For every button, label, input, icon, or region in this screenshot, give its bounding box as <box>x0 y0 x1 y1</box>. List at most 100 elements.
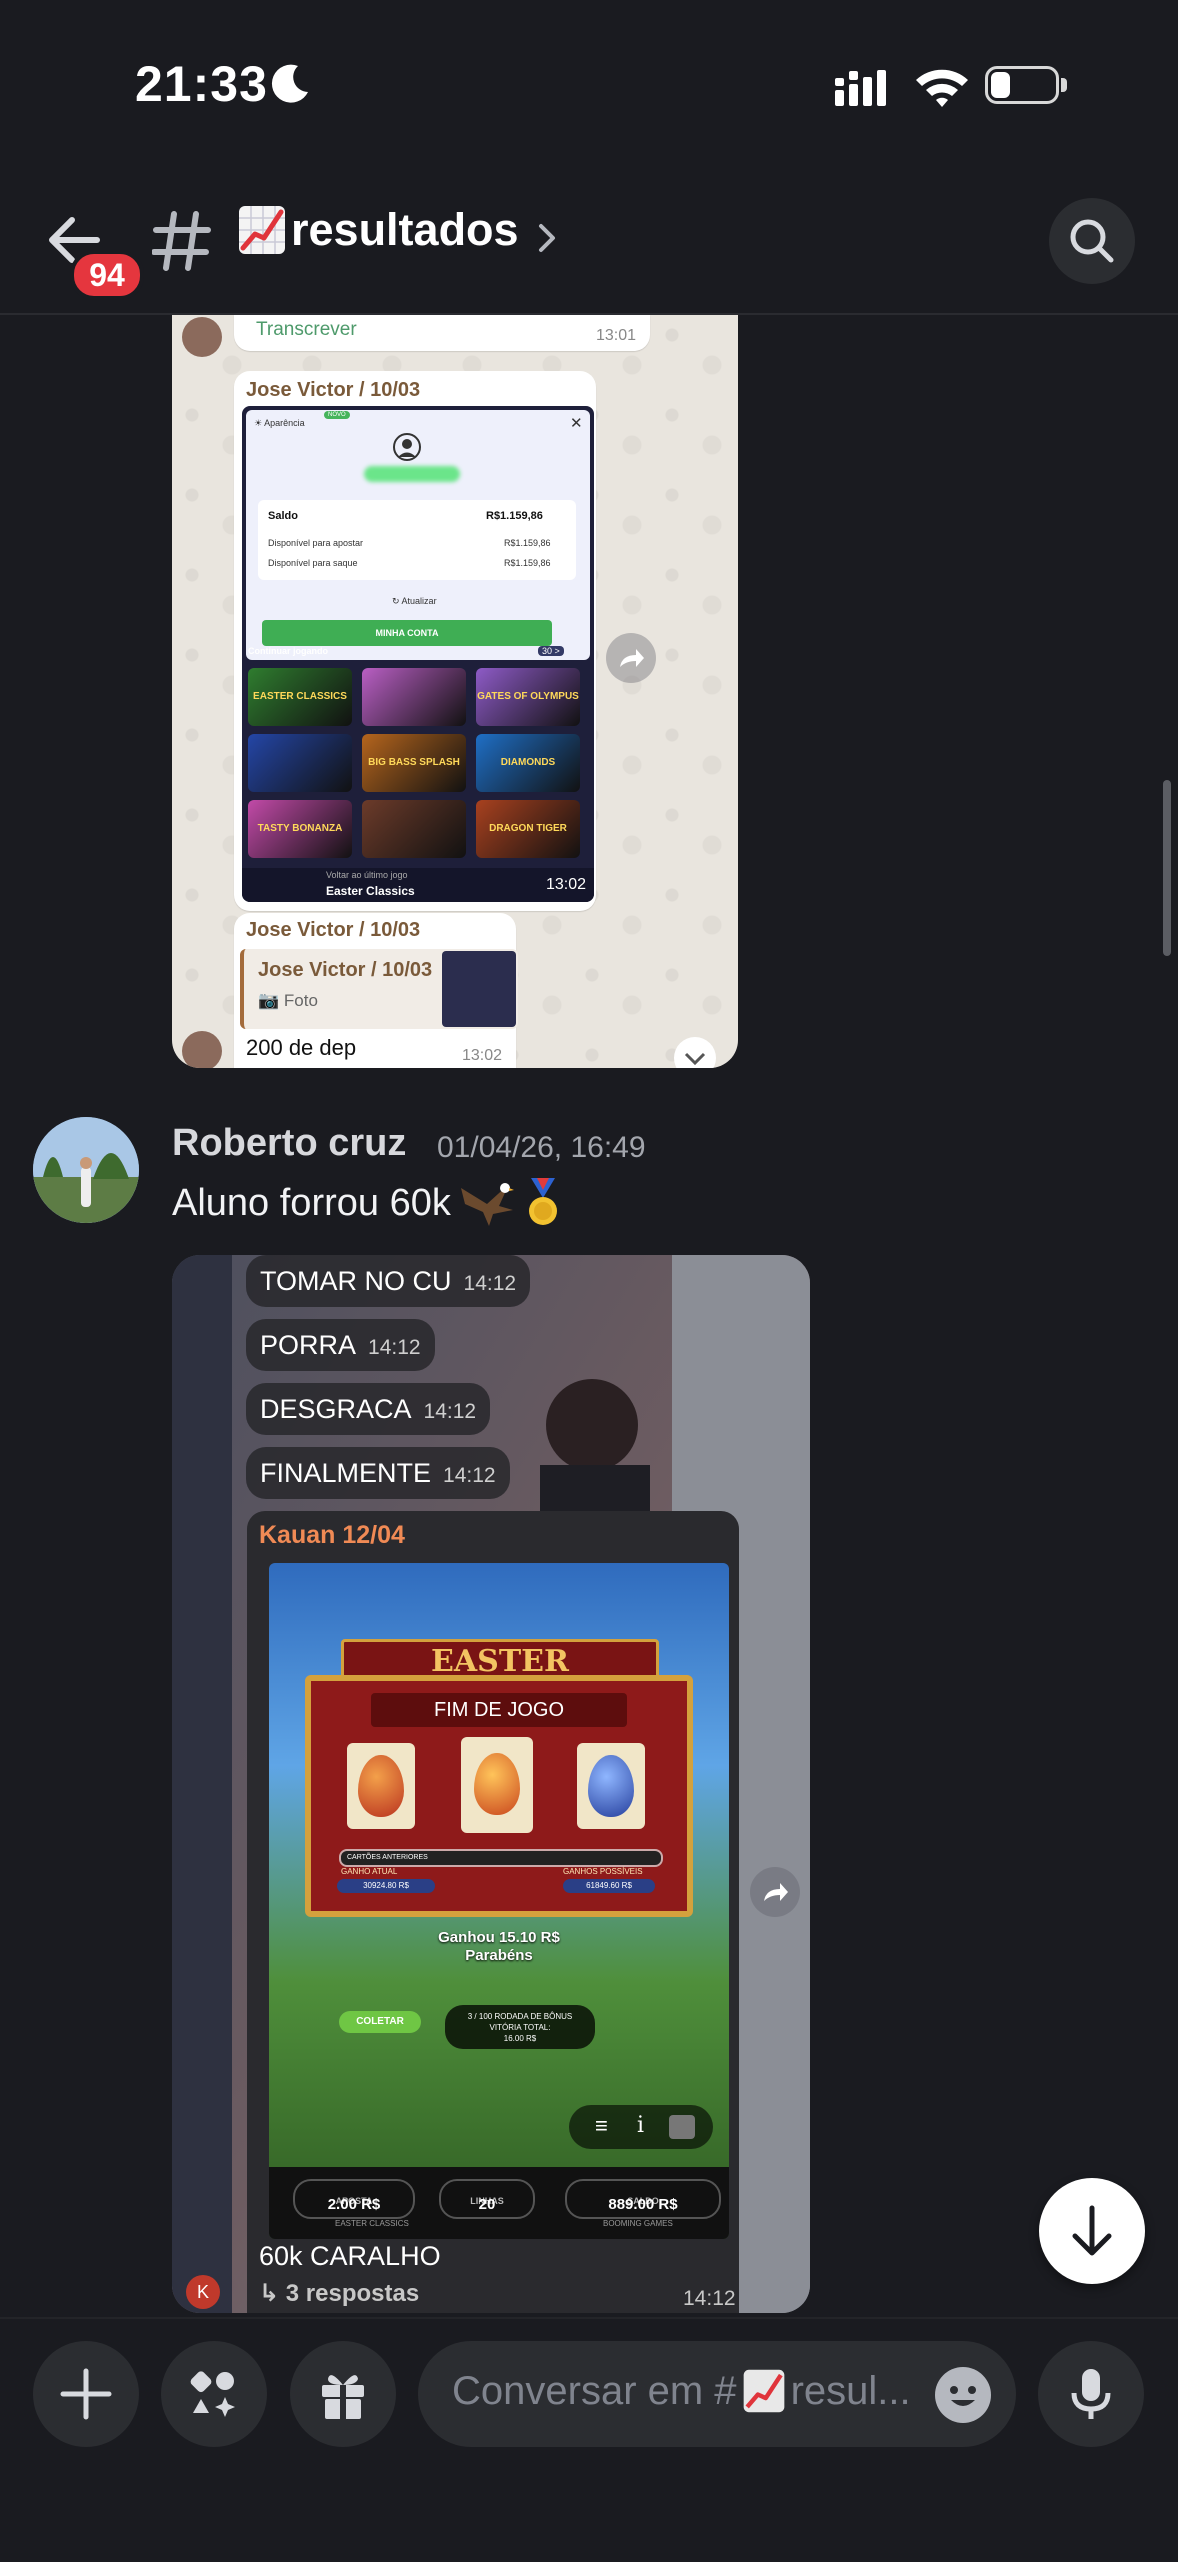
current-win-label: GANHO ATUAL <box>341 1867 398 1876</box>
avatar[interactable] <box>33 1117 139 1223</box>
attach-button[interactable] <box>33 2341 139 2447</box>
balance-card: Saldo R$1.159,86 Disponível para apostar… <box>258 500 576 580</box>
forward-button[interactable] <box>606 633 656 683</box>
lines-box[interactable]: LINHAS 20 <box>439 2179 535 2219</box>
bet-box[interactable]: APOSTA 2.00 R$ <box>293 2179 415 2219</box>
collect-button[interactable]: COLETAR <box>339 2011 421 2033</box>
last-game-bar[interactable]: Voltar ao último jogo Easter Classics 13… <box>242 868 594 902</box>
withdraw-label: Disponível para saque <box>268 558 358 568</box>
balance-value: 889.00 R$ <box>608 2196 678 2213</box>
channel-name: resultados <box>291 204 519 255</box>
message-author[interactable]: Roberto cruz <box>172 1122 406 1165</box>
possible-win-value: 61849.60 R$ <box>563 1879 655 1893</box>
apps-icon <box>190 2371 235 2417</box>
game-tile <box>248 734 352 792</box>
status-time: 21:33 <box>135 56 268 112</box>
search-icon <box>1070 219 1114 263</box>
quoted-thumbnail <box>442 951 516 1027</box>
placeholder-suffix: resul... <box>790 2368 911 2413</box>
forward-button[interactable] <box>750 1867 800 1917</box>
chat-bubble-text: FINALMENTE <box>260 1458 432 1488</box>
scrollbar-thumb[interactable] <box>1163 780 1171 956</box>
channel-title[interactable]: resultados <box>237 204 519 256</box>
jump-to-bottom-button[interactable] <box>1039 2178 1145 2284</box>
wa-bubble-transcribe: Transcrever 13:01 <box>234 315 650 351</box>
apps-button[interactable] <box>161 2341 267 2447</box>
message-text-body: Aluno forrou 60k <box>172 1181 451 1224</box>
possible-win-label: GANHOS POSSÍVEIS <box>563 1867 643 1876</box>
chat-bubble-text: PORRA <box>260 1330 357 1360</box>
image-attachment-1[interactable]: Transcrever 13:01 Jose Victor / 10/03 ☀ … <box>172 315 738 1068</box>
lines-value: 20 <box>478 2196 496 2213</box>
wa-author: Jose Victor / 10/03 <box>246 379 421 401</box>
battery-icon <box>985 66 1071 108</box>
bonus-text: 3 / 100 RODADA DE BÔNUS <box>467 2012 573 2021</box>
emoji-button[interactable] <box>932 2364 994 2426</box>
chat-bubble: FINALMENTE 14:12 <box>246 1447 510 1499</box>
search-button[interactable] <box>1049 198 1135 284</box>
coins-icon[interactable] <box>669 2115 695 2139</box>
transcribe-link: Transcrever <box>256 319 357 340</box>
unread-badge: 94 <box>70 250 144 300</box>
footer-left: EASTER CLASSICS <box>335 2219 409 2228</box>
congrats: Parabéns <box>465 1947 533 1964</box>
wa-author: Jose Victor / 10/03 <box>246 919 421 941</box>
chat-bubble: DESGRACA 14:12 <box>246 1383 491 1435</box>
wa-time: 13:02 <box>545 876 586 893</box>
current-win-value: 30924.80 R$ <box>337 1879 435 1893</box>
wifi-icon <box>916 69 968 107</box>
cellular-signal-icon <box>835 70 886 106</box>
last-game-name: Easter Classics <box>326 884 415 898</box>
game-tools[interactable]: ≡ i <box>569 2105 713 2149</box>
message-timestamp: 01/04/26, 16:49 <box>437 1131 646 1164</box>
phone-screenshot: ☀ Aparência NOVO ✕ Saldo R$1.159,86 Disp… <box>242 406 594 902</box>
saldo-value: R$1.159,86 <box>486 510 543 522</box>
close-icon[interactable]: ✕ <box>570 414 583 432</box>
bet-value: R$1.159,86 <box>504 538 551 548</box>
medal-emoji <box>528 1178 557 1225</box>
chat-bubble-time: 14:12 <box>443 1464 496 1487</box>
plus-icon <box>60 2368 112 2420</box>
balance-box: SALDO 889.00 R$ <box>565 2179 721 2219</box>
bonus-text: VITÓRIA TOTAL: <box>489 2023 551 2032</box>
image-attachment-2[interactable]: TOMAR NO CU 14:12 PORRA 14:12 DESGRACA 14:12 F… <box>172 1255 810 2313</box>
game-tile: GATES OF OLYMPUS <box>476 668 580 726</box>
chart-increasing-emoji <box>743 2369 784 2413</box>
end-label: FIM DE JOGO <box>371 1693 627 1727</box>
account-panel: ☀ Aparência NOVO ✕ Saldo R$1.159,86 Disp… <box>246 410 590 660</box>
voice-button[interactable] <box>1038 2341 1144 2447</box>
avatar <box>182 317 222 357</box>
eagle-emoji <box>460 1183 514 1226</box>
last-game-label: Voltar ao último jogo <box>326 870 408 880</box>
gift-button[interactable] <box>290 2341 396 2447</box>
wa-bubble-reply: Jose Victor / 10/03 Jose Victor / 10/03 … <box>234 913 518 1068</box>
account-button[interactable]: MINHA CONTA <box>262 620 552 646</box>
microphone-icon <box>1071 2369 1111 2419</box>
game-tile: DIAMONDS <box>476 734 580 792</box>
arrow-down-icon <box>1072 2205 1112 2256</box>
info-icon[interactable]: i <box>637 2113 644 2138</box>
gift-icon <box>322 2375 364 2419</box>
chevron-right-icon[interactable] <box>535 220 559 256</box>
chat-bubble-time: 14:12 <box>463 1272 517 1295</box>
game-tile: TASTY BONANZA <box>248 800 352 858</box>
user-icon <box>393 433 421 461</box>
replies-link[interactable]: ↳ 3 respostas <box>259 2279 419 2308</box>
bonus-text: 16.00 R$ <box>503 2034 537 2043</box>
scroll-down-button[interactable] <box>674 1037 716 1068</box>
game-tile <box>362 800 466 858</box>
continue-label: Continuar jogando <box>248 646 328 656</box>
quoted-type: 📷 Foto <box>258 991 318 1010</box>
saldo-label: Saldo <box>268 510 298 522</box>
chat-bubble: TOMAR NO CU 14:12 <box>246 1255 531 1307</box>
placeholder-prefix: Conversar em # <box>452 2368 737 2413</box>
redacted-name <box>364 466 460 482</box>
menu-icon[interactable]: ≡ <box>595 2113 608 2139</box>
avatar <box>182 1031 222 1068</box>
chat-bubble: PORRA 14:12 <box>246 1319 435 1371</box>
wa-text: 200 de dep <box>246 1035 357 1060</box>
card-author: Kauan 12/04 <box>259 1521 405 1549</box>
won-line: Ganhou 15.10 R$ <box>438 1929 560 1946</box>
quoted-message[interactable]: Jose Victor / 10/03 📷 Foto <box>240 949 518 1029</box>
chat-bubble-time: 14:12 <box>368 1336 421 1359</box>
